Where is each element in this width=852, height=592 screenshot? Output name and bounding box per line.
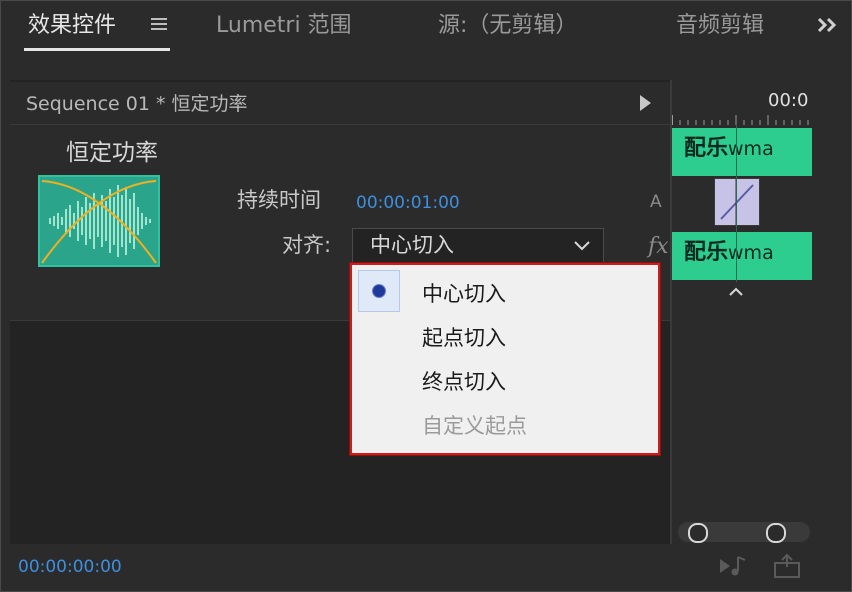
timeline-ruler[interactable] — [672, 110, 812, 125]
alignment-label: 对齐: — [282, 233, 332, 257]
duration-value[interactable]: 00:00:01:00 — [356, 193, 460, 213]
menu-item-end-at-cut[interactable]: 终点切入 — [422, 366, 506, 396]
alignment-value[interactable]: 中心切入 — [370, 230, 454, 260]
export-audio-icon[interactable] — [718, 553, 748, 579]
caret-up-icon[interactable] — [727, 282, 745, 296]
menu-item-center-at-cut[interactable]: 中心切入 — [422, 278, 506, 308]
chevron-down-icon[interactable] — [572, 236, 592, 254]
scroll-handle-right[interactable] — [766, 523, 786, 543]
menu-item-custom-start: 自定义起点 — [422, 414, 527, 438]
active-tab-indicator — [24, 48, 170, 51]
effect-controls-window: 效果控件 Lumetri 范围 源:（无剪辑） 音频剪辑 Sequence 01… — [0, 0, 852, 592]
tab-source[interactable]: 源:（无剪辑） — [438, 8, 577, 44]
tab-bar: 效果控件 Lumetri 范围 源:（无剪辑） 音频剪辑 — [0, 0, 852, 62]
tab-effect-controls[interactable]: 效果控件 — [28, 8, 116, 44]
track-a-label: A — [650, 192, 662, 212]
scroll-handle-left[interactable] — [688, 523, 708, 543]
sequence-title: Sequence 01 * 恒定功率 — [26, 93, 248, 115]
timeline-timecode: 00:0 — [768, 90, 809, 111]
lift-icon[interactable] — [772, 553, 802, 579]
transition-block[interactable] — [714, 178, 760, 226]
current-timecode[interactable]: 00:00:00:00 — [18, 557, 122, 577]
play-icon[interactable] — [640, 95, 651, 111]
clip-b-label: 配乐wma — [684, 240, 774, 265]
duration-label: 持续时间 — [237, 188, 321, 212]
tab-lumetri-scopes[interactable]: Lumetri 范围 — [216, 8, 352, 44]
transition-thumbnail — [38, 175, 160, 267]
overflow-icon[interactable] — [815, 12, 841, 38]
menu-item-start-at-cut[interactable]: 起点切入 — [422, 322, 506, 352]
crossfade-waveform-icon — [41, 180, 157, 264]
effect-name: 恒定功率 — [66, 140, 158, 166]
tab-audio-clip-mixer[interactable]: 音频剪辑 — [676, 8, 770, 44]
clip-a-label: 配乐wma — [684, 136, 774, 161]
fx-icon[interactable]: fx — [648, 234, 669, 259]
radio-selected-icon — [373, 285, 385, 297]
playhead[interactable] — [736, 124, 737, 282]
menu-icon[interactable] — [150, 12, 168, 34]
